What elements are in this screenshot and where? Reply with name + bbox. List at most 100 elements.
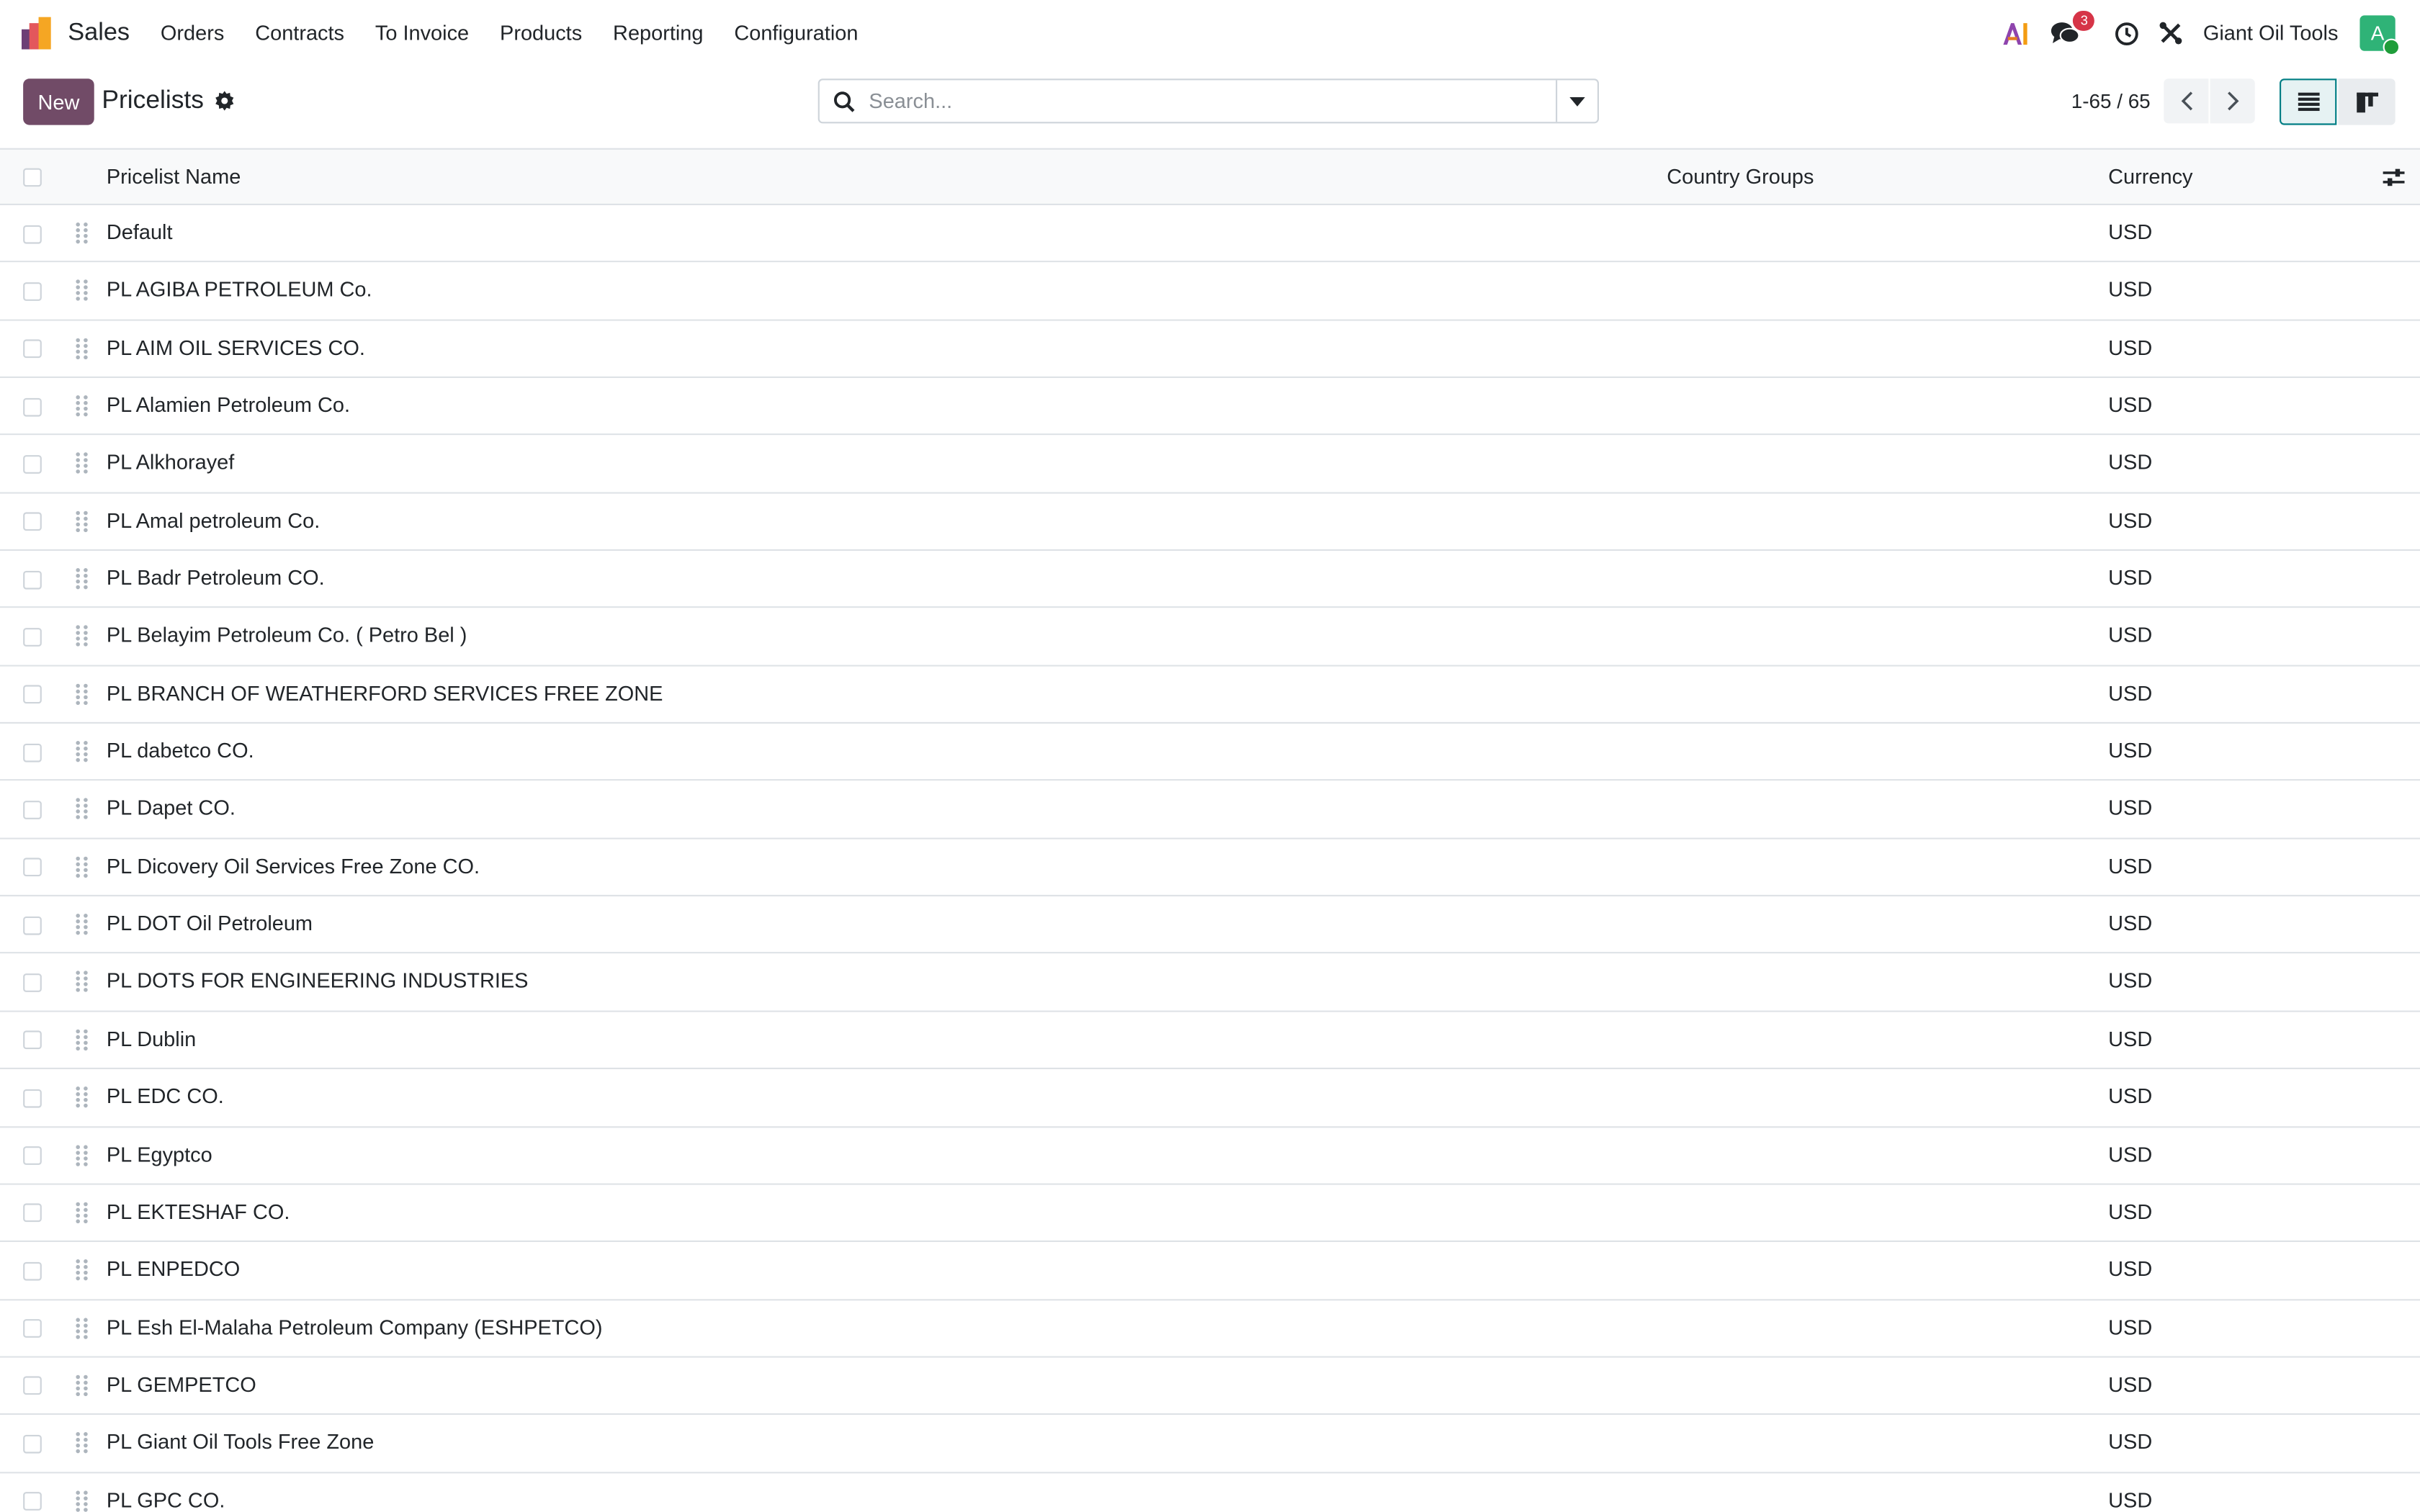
- drag-handle-icon[interactable]: [76, 568, 88, 590]
- search-options-toggle[interactable]: [1556, 80, 1597, 122]
- drag-handle-icon[interactable]: [76, 914, 88, 935]
- table-row[interactable]: PL DOTS FOR ENGINEERING INDUSTRIES USD: [0, 954, 2420, 1012]
- drag-handle-icon[interactable]: [76, 1432, 88, 1454]
- drag-handle-icon[interactable]: [76, 1259, 88, 1281]
- list-view-button[interactable]: [2280, 78, 2337, 125]
- menu-item-orders[interactable]: Orders: [161, 22, 224, 45]
- table-row[interactable]: PL Belayim Petroleum Co. ( Petro Bel ) US…: [0, 608, 2420, 667]
- drag-handle-icon[interactable]: [76, 798, 88, 820]
- table-row[interactable]: PL Dicovery Oil Services Free Zone CO. US…: [0, 839, 2420, 897]
- sales-app-icon[interactable]: [22, 17, 54, 50]
- row-checkbox[interactable]: [23, 512, 42, 531]
- menu-item-to-invoice[interactable]: To Invoice: [375, 22, 469, 45]
- drag-handle-icon[interactable]: [76, 971, 88, 993]
- row-checkbox[interactable]: [23, 1434, 42, 1453]
- table-row[interactable]: PL Alkhorayef USD: [0, 436, 2420, 494]
- menu-item-products[interactable]: Products: [500, 22, 582, 45]
- drag-handle-icon[interactable]: [76, 395, 88, 417]
- table-row[interactable]: PL AIM OIL SERVICES CO. USD: [0, 320, 2420, 379]
- table-row[interactable]: PL Badr Petroleum CO. USD: [0, 551, 2420, 609]
- pricelist-name-cell: PL Dublin: [106, 1027, 197, 1050]
- drag-handle-icon[interactable]: [76, 1144, 88, 1166]
- new-button[interactable]: New: [23, 78, 94, 125]
- row-checkbox[interactable]: [23, 1089, 42, 1107]
- gear-icon[interactable]: [215, 91, 235, 111]
- column-header-pricelist-name[interactable]: Pricelist Name: [107, 150, 241, 205]
- chat-icon[interactable]: 3: [2051, 9, 2095, 48]
- table-row[interactable]: Default USD: [0, 205, 2420, 264]
- menu-item-contracts[interactable]: Contracts: [255, 22, 344, 45]
- table-row[interactable]: PL Alamien Petroleum Co. USD: [0, 378, 2420, 436]
- row-checkbox[interactable]: [23, 282, 42, 301]
- search-bar: [817, 78, 1599, 124]
- drag-handle-icon[interactable]: [76, 626, 88, 647]
- company-switcher[interactable]: Giant Oil Tools: [2203, 22, 2339, 45]
- user-avatar[interactable]: A: [2360, 15, 2401, 56]
- table-row[interactable]: PL Dublin USD: [0, 1012, 2420, 1070]
- table-row[interactable]: PL EDC CO. USD: [0, 1069, 2420, 1128]
- row-checkbox[interactable]: [23, 685, 42, 704]
- table-row[interactable]: PL Dapet CO. USD: [0, 781, 2420, 840]
- row-checkbox[interactable]: [23, 1146, 42, 1165]
- pager-previous-button[interactable]: [2164, 78, 2209, 124]
- row-checkbox[interactable]: [23, 339, 42, 359]
- pager-next-button[interactable]: [2210, 78, 2255, 124]
- row-checkbox[interactable]: [23, 454, 42, 474]
- row-checkbox[interactable]: [23, 973, 42, 992]
- row-checkbox[interactable]: [23, 858, 42, 877]
- ai-icon[interactable]: [2002, 19, 2030, 48]
- table-row[interactable]: PL Giant Oil Tools Free Zone USD: [0, 1415, 2420, 1473]
- column-header-country-groups[interactable]: Country Groups: [1667, 150, 1814, 205]
- drag-handle-icon[interactable]: [76, 280, 88, 302]
- table-row[interactable]: PL BRANCH OF WEATHERFORD SERVICES FREE Z…: [0, 666, 2420, 724]
- table-row[interactable]: PL Egyptco USD: [0, 1127, 2420, 1185]
- drag-handle-icon[interactable]: [76, 1374, 88, 1396]
- row-checkbox[interactable]: [23, 742, 42, 762]
- clock-icon[interactable]: [2114, 19, 2142, 48]
- drag-handle-icon[interactable]: [76, 741, 88, 762]
- row-checkbox[interactable]: [23, 1261, 42, 1280]
- drag-handle-icon[interactable]: [76, 856, 88, 878]
- table-row[interactable]: PL dabetco CO. USD: [0, 724, 2420, 782]
- row-checkbox[interactable]: [23, 1377, 42, 1395]
- table-row[interactable]: PL ENPEDCO USD: [0, 1242, 2420, 1300]
- table-row[interactable]: PL EKTESHAF CO. USD: [0, 1184, 2420, 1243]
- tools-icon[interactable]: [2157, 19, 2185, 48]
- drag-handle-icon[interactable]: [76, 1490, 88, 1511]
- pager-value[interactable]: 1-65 / 65: [2071, 89, 2151, 112]
- table-row[interactable]: PL GEMPETCO USD: [0, 1357, 2420, 1416]
- table-row[interactable]: PL DOT Oil Petroleum USD: [0, 896, 2420, 955]
- row-checkbox[interactable]: [23, 1204, 42, 1223]
- row-checkbox[interactable]: [23, 1319, 42, 1338]
- column-header-currency[interactable]: Currency: [2108, 150, 2192, 205]
- currency-cell: USD: [2108, 336, 2153, 359]
- search-input[interactable]: [866, 88, 1556, 114]
- table-row[interactable]: PL Esh El-Malaha Petroleum Company (ESHP…: [0, 1300, 2420, 1358]
- drag-handle-icon[interactable]: [76, 1202, 88, 1223]
- menu-item-reporting[interactable]: Reporting: [613, 22, 703, 45]
- column-settings-icon[interactable]: [2383, 166, 2405, 188]
- drag-handle-icon[interactable]: [76, 683, 88, 705]
- table-row[interactable]: PL AGIBA PETROLEUM Co. USD: [0, 263, 2420, 321]
- row-checkbox[interactable]: [23, 627, 42, 647]
- row-checkbox[interactable]: [23, 801, 42, 819]
- row-checkbox[interactable]: [23, 397, 42, 416]
- drag-handle-icon[interactable]: [76, 1029, 88, 1050]
- row-checkbox[interactable]: [23, 570, 42, 589]
- menu-item-configuration[interactable]: Configuration: [734, 22, 858, 45]
- drag-handle-icon[interactable]: [76, 338, 88, 359]
- row-checkbox[interactable]: [23, 1031, 42, 1050]
- row-checkbox[interactable]: [23, 916, 42, 935]
- drag-handle-icon[interactable]: [76, 222, 88, 244]
- table-row[interactable]: PL GPC CO. USD: [0, 1472, 2420, 1512]
- row-checkbox[interactable]: [23, 1492, 42, 1511]
- row-checkbox[interactable]: [23, 224, 42, 243]
- drag-handle-icon[interactable]: [76, 1317, 88, 1338]
- app-title[interactable]: Sales: [68, 19, 130, 48]
- select-all-checkbox[interactable]: [23, 168, 42, 187]
- drag-handle-icon[interactable]: [76, 510, 88, 532]
- table-row[interactable]: PL Amal petroleum Co. USD: [0, 493, 2420, 552]
- kanban-view-button[interactable]: [2338, 78, 2396, 125]
- drag-handle-icon[interactable]: [76, 453, 88, 474]
- drag-handle-icon[interactable]: [76, 1086, 88, 1108]
